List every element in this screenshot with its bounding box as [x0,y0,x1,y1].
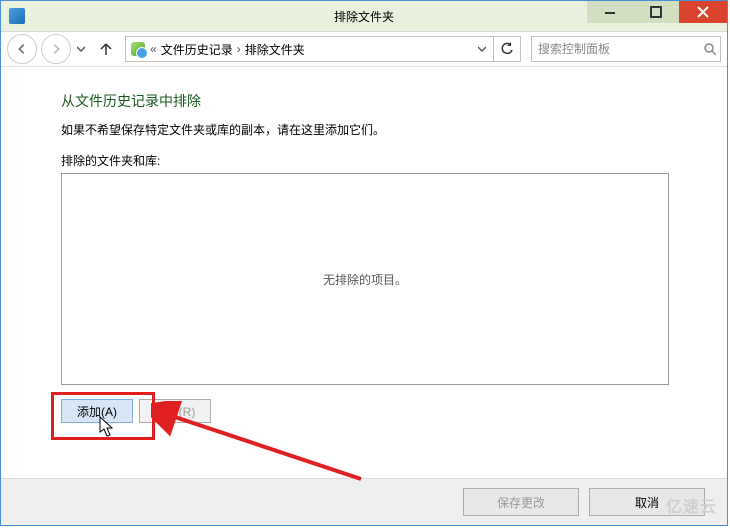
footer-bar: 保存更改 取消 [1,478,727,525]
maximize-icon [650,6,662,18]
search-input[interactable] [536,41,703,57]
navbar: « 文件历史记录 › 排除文件夹 [1,32,727,67]
address-bar[interactable]: « 文件历史记录 › 排除文件夹 [125,36,521,62]
nav-up-button[interactable] [93,36,119,62]
refresh-button[interactable] [493,37,520,61]
window-controls [587,1,727,23]
cancel-button-label: 取消 [635,494,659,511]
breadcrumb-item[interactable]: 文件历史记录 [161,41,233,58]
close-icon [697,6,709,18]
remove-button-label: 删除(R) [155,403,196,420]
search-box[interactable] [531,36,721,62]
arrow-left-icon [15,42,29,56]
window-close-button[interactable] [679,1,727,23]
page-heading: 从文件历史记录中排除 [61,91,667,111]
window-root: 排除文件夹 « [0,0,728,526]
arrow-up-icon [98,41,114,57]
breadcrumb: « 文件历史记录 › 排除文件夹 [150,41,305,58]
content-panel: 从文件历史记录中排除 如果不希望保存特定文件夹或库的副本，请在这里添加它们。 排… [1,67,727,423]
empty-list-text: 无排除的项目。 [323,271,407,288]
add-button[interactable]: 添加(A) [61,399,133,423]
app-icon [9,8,25,24]
breadcrumb-prefix: « [150,42,157,56]
minimize-icon [604,6,616,18]
chevron-down-icon [77,45,85,53]
nav-forward-button[interactable] [41,34,71,64]
page-subtext: 如果不希望保存特定文件夹或库的副本，请在这里添加它们。 [61,121,667,138]
add-button-label: 添加(A) [77,403,117,420]
location-icon [130,41,146,57]
list-button-row: 添加(A) 删除(R) [61,399,667,423]
arrow-right-icon [49,42,63,56]
cancel-button[interactable]: 取消 [589,488,705,516]
remove-button[interactable]: 删除(R) [139,399,211,423]
nav-back-button[interactable] [7,34,37,64]
chevron-down-icon [478,45,486,53]
window-minimize-button[interactable] [587,1,633,23]
breadcrumb-item[interactable]: 排除文件夹 [245,41,305,58]
refresh-icon [500,42,514,56]
address-dropdown[interactable] [473,38,491,60]
save-button[interactable]: 保存更改 [463,488,579,516]
search-icon [703,42,716,56]
breadcrumb-sep: › [237,42,241,56]
nav-recent-dropdown[interactable] [75,35,87,63]
window-maximize-button[interactable] [633,1,679,23]
titlebar: 排除文件夹 [1,1,727,32]
save-button-label: 保存更改 [497,494,545,511]
excluded-items-list[interactable]: 无排除的项目。 [61,173,669,385]
list-label: 排除的文件夹和库: [61,152,667,169]
